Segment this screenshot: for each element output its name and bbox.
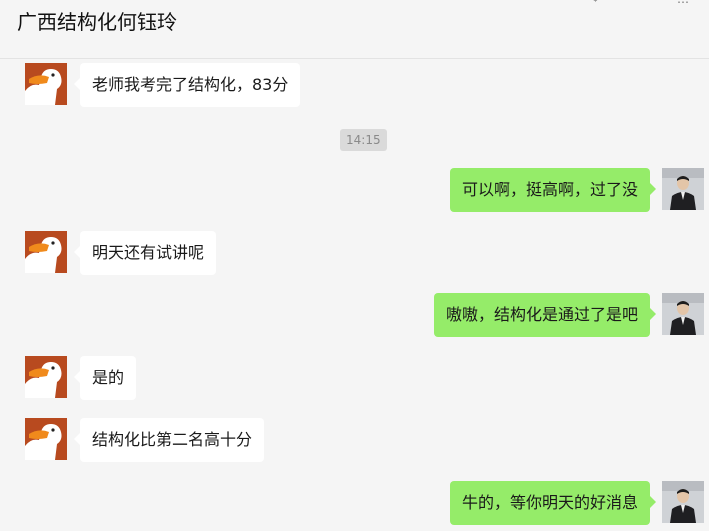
chat-title: 广西结构化何钰玲 — [17, 10, 177, 34]
self-avatar[interactable] — [662, 168, 704, 210]
contact-avatar[interactable] — [25, 418, 67, 460]
chat-header: 广西结构化何钰玲 ⌖ … — [0, 0, 709, 59]
self-avatar[interactable] — [662, 293, 704, 335]
more-icon[interactable]: … — [677, 0, 691, 5]
contact-avatar[interactable] — [25, 63, 67, 105]
message-bubble-outgoing[interactable]: 牛的，等你明天的好消息 — [449, 481, 657, 525]
duck-avatar-icon — [25, 418, 67, 460]
timestamp: 14:15 — [340, 129, 387, 151]
message-bubble-incoming[interactable]: 结构化比第二名高十分 — [73, 418, 265, 462]
pin-icon[interactable]: ⌖ — [592, 0, 606, 5]
duck-avatar-icon — [25, 63, 67, 105]
duck-avatar-icon — [25, 231, 67, 273]
person-avatar-icon — [662, 168, 704, 210]
message-bubble-incoming[interactable]: 明天还有试讲呢 — [73, 231, 217, 275]
duck-avatar-icon — [25, 356, 67, 398]
message-bubble-outgoing[interactable]: 可以啊，挺高啊，过了没 — [449, 168, 657, 212]
contact-avatar[interactable] — [25, 231, 67, 273]
message-bubble-incoming[interactable]: 是的 — [73, 356, 137, 400]
message-list[interactable]: 老师我考完了结构化，83分 14:15 可以啊，挺高啊，过了没 明天还有试讲呢 … — [0, 59, 709, 531]
person-avatar-icon — [662, 481, 704, 523]
person-avatar-icon — [662, 293, 704, 335]
message-bubble-outgoing[interactable]: 嗷嗷，结构化是通过了是吧 — [433, 293, 657, 337]
message-bubble-incoming[interactable]: 老师我考完了结构化，83分 — [73, 63, 301, 107]
self-avatar[interactable] — [662, 481, 704, 523]
contact-avatar[interactable] — [25, 356, 67, 398]
